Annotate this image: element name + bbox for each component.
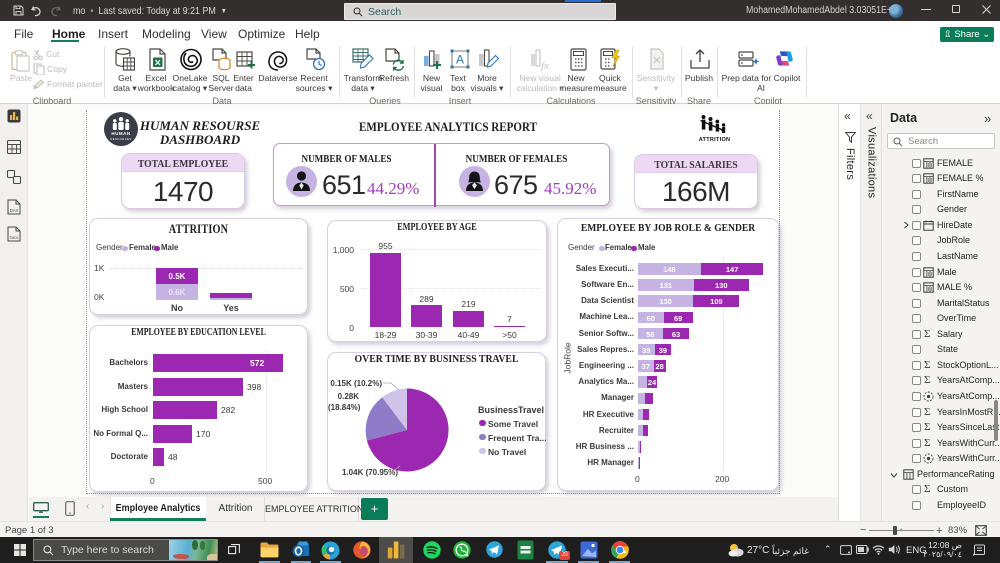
svg-text:fx: fx bbox=[541, 60, 549, 71]
svg-text:DAX: DAX bbox=[10, 208, 19, 213]
svg-text:A: A bbox=[456, 53, 464, 67]
svg-text:TMDL: TMDL bbox=[9, 236, 19, 240]
